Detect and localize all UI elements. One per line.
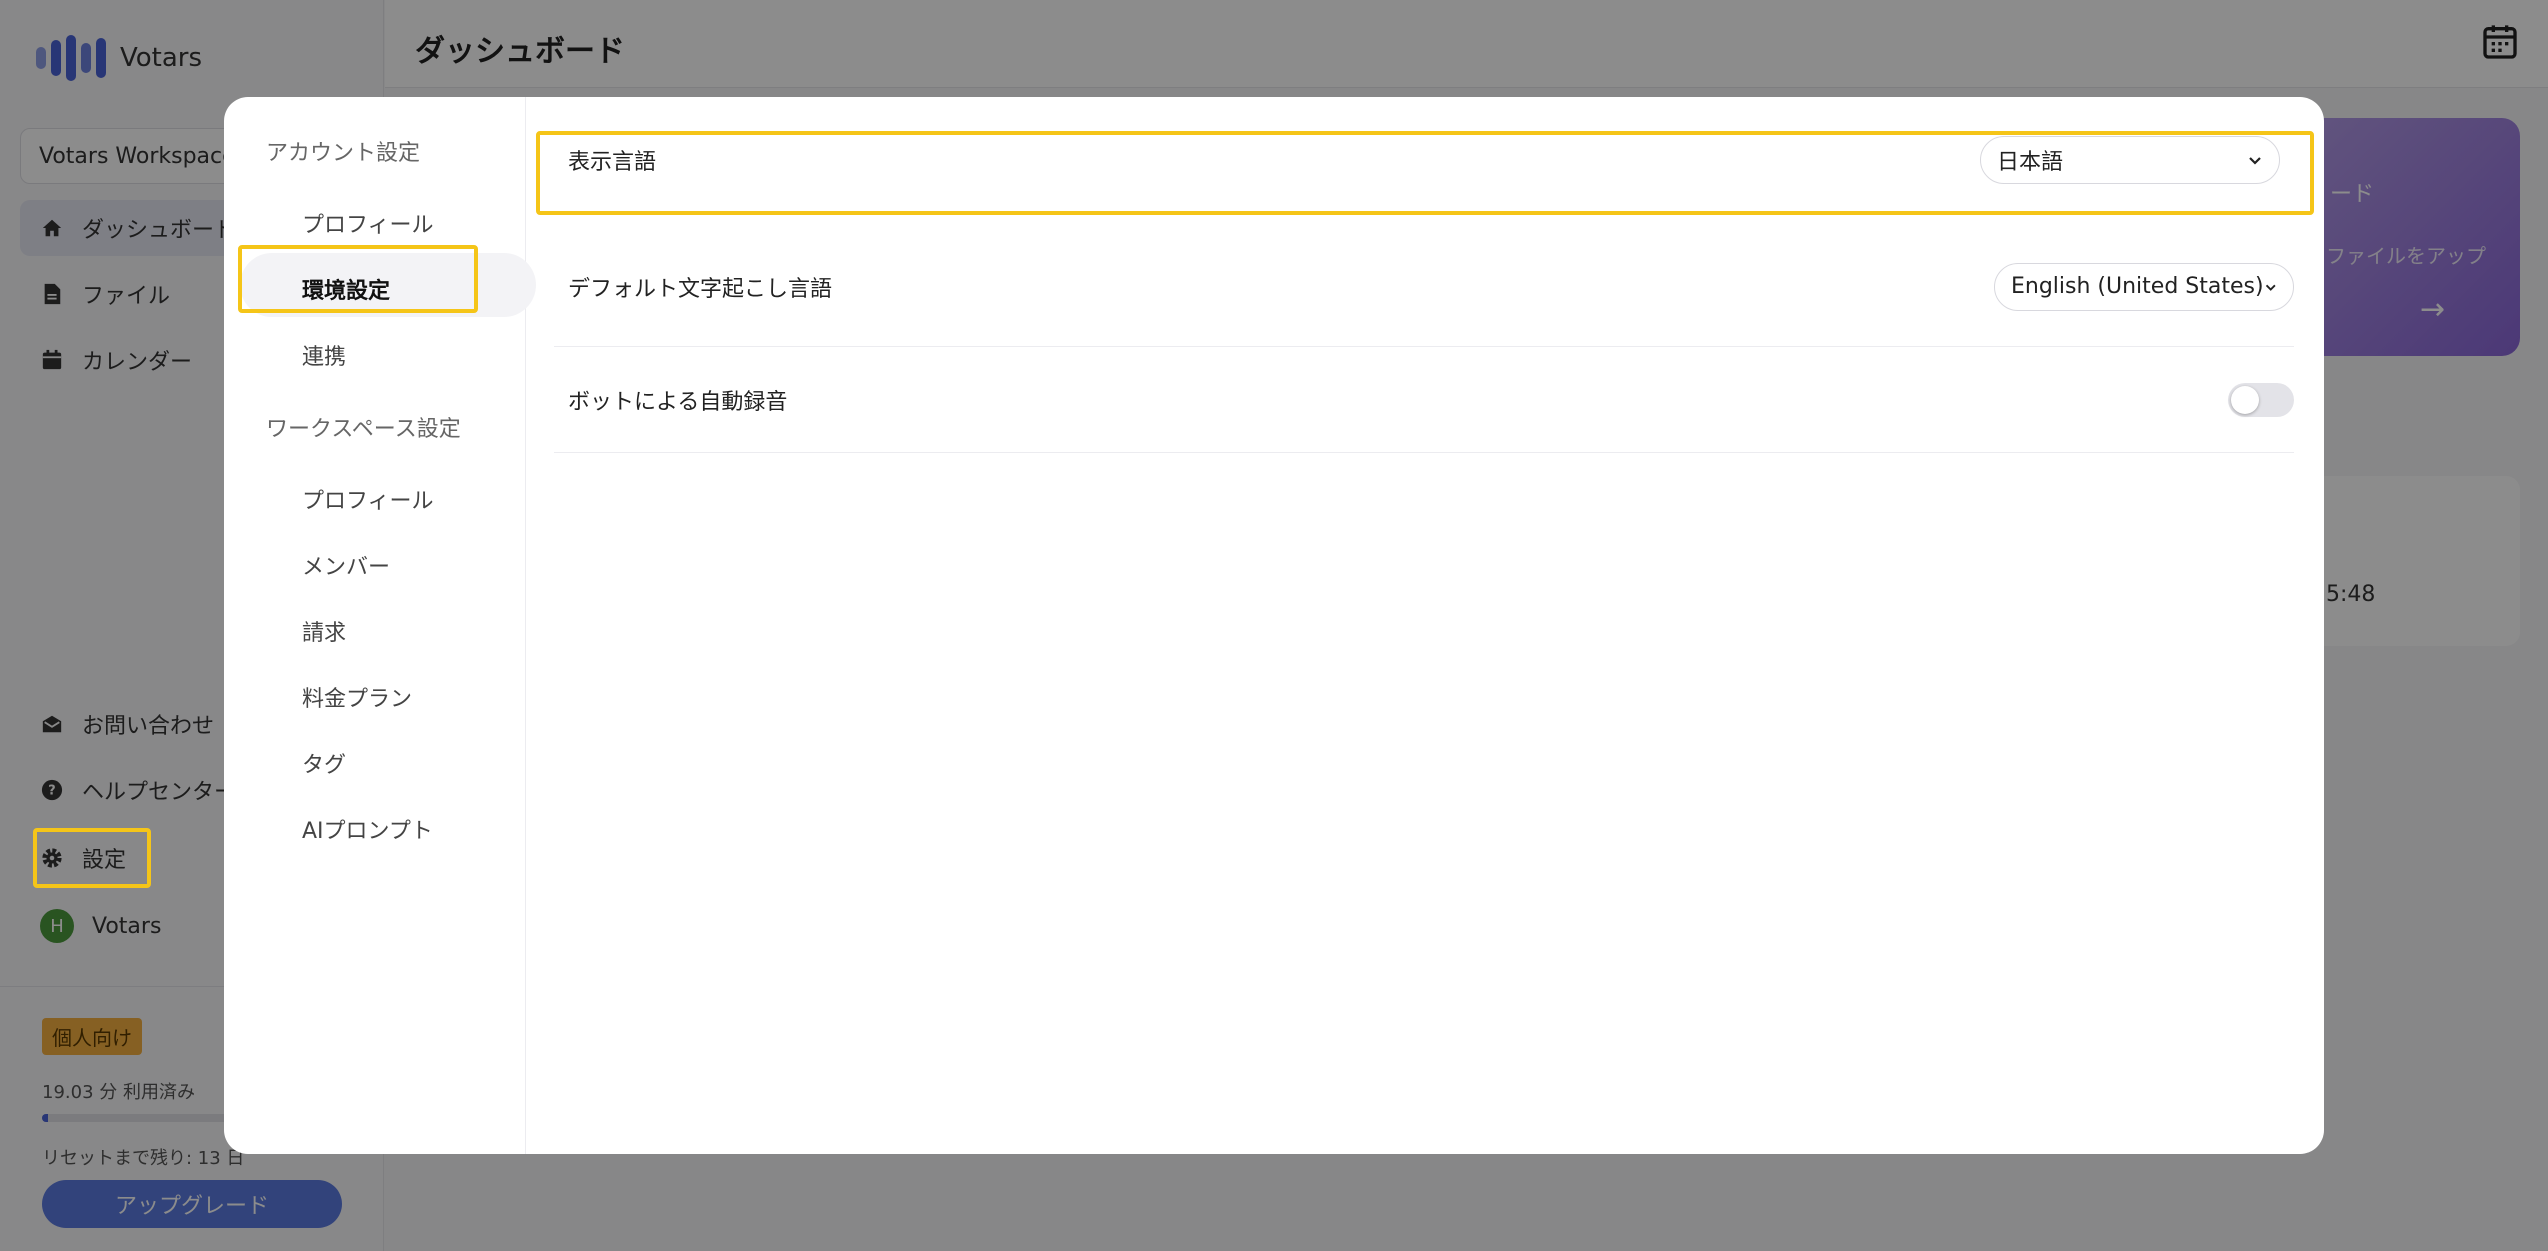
highlight-box-display-language xyxy=(536,131,2314,215)
chevron-down-icon xyxy=(2265,284,2276,291)
bot-recording-toggle[interactable] xyxy=(2228,382,2294,417)
transcription-language-label: デフォルト文字起こし言語 xyxy=(568,276,833,302)
settings-modal: アカウント設定 プロフィール 環境設定 連携 ワークスペース設定 プロフィール … xyxy=(224,97,2324,1154)
settings-nav-ai-prompt[interactable]: AIプロンプト xyxy=(302,813,433,845)
setting-row-bot-recording: ボットによる自動録音 xyxy=(554,347,2294,453)
setting-row-transcription-language: デフォルト文字起こし言語 English (United States) xyxy=(554,227,2294,347)
nav-group-account: アカウント設定 xyxy=(266,141,421,166)
settings-nav-members[interactable]: メンバー xyxy=(302,549,390,581)
bot-recording-label: ボットによる自動録音 xyxy=(568,389,788,415)
settings-nav-workspace-profile[interactable]: プロフィール xyxy=(302,483,434,515)
highlight-box-preferences xyxy=(238,245,478,313)
transcription-language-value: English (United States) xyxy=(2011,274,2264,299)
settings-nav-pricing[interactable]: 料金プラン xyxy=(302,681,412,713)
toggle-knob xyxy=(2231,385,2259,414)
settings-nav-tags[interactable]: タグ xyxy=(302,747,346,779)
highlight-box-sidebar-settings xyxy=(33,828,151,888)
settings-nav-billing[interactable]: 請求 xyxy=(302,615,346,647)
settings-nav-account-profile[interactable]: プロフィール xyxy=(302,207,434,239)
settings-nav: アカウント設定 プロフィール 環境設定 連携 ワークスペース設定 プロフィール … xyxy=(224,97,536,1154)
nav-group-workspace: ワークスペース設定 xyxy=(266,417,461,442)
settings-nav-integrations[interactable]: 連携 xyxy=(302,339,346,371)
transcription-language-select[interactable]: English (United States) xyxy=(1994,262,2294,311)
